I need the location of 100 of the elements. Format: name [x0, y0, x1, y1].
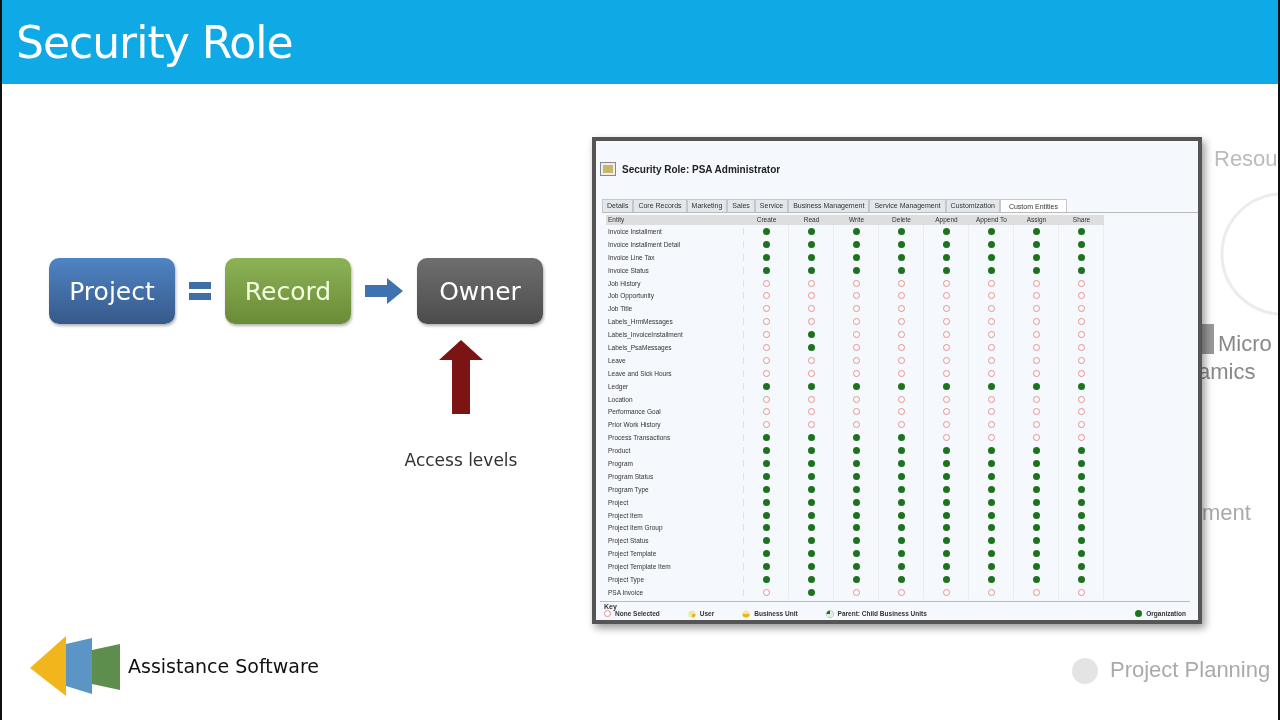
organization-level-icon[interactable] [987, 563, 995, 571]
organization-level-icon[interactable] [852, 524, 860, 532]
organization-level-icon[interactable] [897, 240, 905, 248]
organization-level-icon[interactable] [807, 434, 815, 442]
organization-level-icon[interactable] [807, 266, 815, 274]
organization-level-icon[interactable] [852, 485, 860, 493]
organization-level-icon[interactable] [807, 563, 815, 571]
organization-level-icon[interactable] [987, 550, 995, 558]
organization-level-icon[interactable] [1077, 253, 1085, 261]
organization-level-icon[interactable] [942, 550, 950, 558]
organization-level-icon[interactable] [807, 331, 815, 339]
organization-level-icon[interactable] [942, 524, 950, 532]
organization-level-icon[interactable] [807, 447, 815, 455]
organization-level-icon[interactable] [987, 524, 995, 532]
organization-level-icon[interactable] [987, 472, 995, 480]
organization-level-icon[interactable] [762, 498, 770, 506]
organization-level-icon[interactable] [852, 576, 860, 583]
organization-level-icon[interactable] [897, 459, 905, 467]
organization-level-icon[interactable] [762, 511, 770, 519]
organization-level-icon[interactable] [897, 472, 905, 480]
organization-level-icon[interactable] [897, 227, 905, 235]
organization-level-icon[interactable] [762, 576, 770, 583]
organization-level-icon[interactable] [762, 472, 770, 480]
organization-level-icon[interactable] [1077, 472, 1085, 480]
organization-level-icon[interactable] [897, 563, 905, 571]
organization-level-icon[interactable] [1077, 459, 1085, 467]
organization-level-icon[interactable] [987, 576, 995, 583]
organization-level-icon[interactable] [762, 382, 770, 390]
organization-level-icon[interactable] [852, 434, 860, 442]
organization-level-icon[interactable] [807, 472, 815, 480]
organization-level-icon[interactable] [987, 498, 995, 506]
organization-level-icon[interactable] [942, 563, 950, 571]
organization-level-icon[interactable] [1077, 485, 1085, 493]
organization-level-icon[interactable] [897, 576, 905, 583]
organization-level-icon[interactable] [1032, 537, 1040, 545]
organization-level-icon[interactable] [1032, 459, 1040, 467]
organization-level-icon[interactable] [852, 537, 860, 545]
organization-level-icon[interactable] [1077, 563, 1085, 571]
organization-level-icon[interactable] [762, 266, 770, 274]
organization-level-icon[interactable] [1077, 227, 1085, 235]
organization-level-icon[interactable] [1032, 240, 1040, 248]
organization-level-icon[interactable] [762, 447, 770, 455]
organization-level-icon[interactable] [807, 382, 815, 390]
organization-level-icon[interactable] [1032, 253, 1040, 261]
organization-level-icon[interactable] [852, 472, 860, 480]
organization-level-icon[interactable] [987, 485, 995, 493]
organization-level-icon[interactable] [942, 447, 950, 455]
organization-level-icon[interactable] [807, 459, 815, 467]
organization-level-icon[interactable] [942, 253, 950, 261]
organization-level-icon[interactable] [1077, 382, 1085, 390]
organization-level-icon[interactable] [1032, 485, 1040, 493]
organization-level-icon[interactable] [987, 459, 995, 467]
organization-level-icon[interactable] [897, 511, 905, 519]
organization-level-icon[interactable] [852, 511, 860, 519]
organization-level-icon[interactable] [897, 550, 905, 558]
organization-level-icon[interactable] [807, 550, 815, 558]
organization-level-icon[interactable] [852, 253, 860, 261]
organization-level-icon[interactable] [1032, 266, 1040, 274]
organization-level-icon[interactable] [897, 524, 905, 532]
organization-level-icon[interactable] [852, 498, 860, 506]
organization-level-icon[interactable] [1032, 498, 1040, 506]
organization-level-icon[interactable] [897, 253, 905, 261]
organization-level-icon[interactable] [852, 227, 860, 235]
organization-level-icon[interactable] [942, 266, 950, 274]
organization-level-icon[interactable] [852, 563, 860, 571]
organization-level-icon[interactable] [897, 382, 905, 390]
organization-level-icon[interactable] [987, 240, 995, 248]
organization-level-icon[interactable] [762, 253, 770, 261]
organization-level-icon[interactable] [942, 240, 950, 248]
organization-level-icon[interactable] [807, 227, 815, 235]
organization-level-icon[interactable] [987, 447, 995, 455]
organization-level-icon[interactable] [852, 266, 860, 274]
organization-level-icon[interactable] [987, 227, 995, 235]
organization-level-icon[interactable] [897, 537, 905, 545]
organization-level-icon[interactable] [1077, 537, 1085, 545]
organization-level-icon[interactable] [987, 537, 995, 545]
organization-level-icon[interactable] [807, 588, 815, 596]
organization-level-icon[interactable] [852, 447, 860, 455]
organization-level-icon[interactable] [1032, 576, 1040, 583]
organization-level-icon[interactable] [1077, 550, 1085, 558]
organization-level-icon[interactable] [942, 485, 950, 493]
organization-level-icon[interactable] [807, 524, 815, 532]
organization-level-icon[interactable] [942, 511, 950, 519]
organization-level-icon[interactable] [1077, 511, 1085, 519]
organization-level-icon[interactable] [942, 382, 950, 390]
organization-level-icon[interactable] [942, 459, 950, 467]
organization-level-icon[interactable] [1032, 550, 1040, 558]
organization-level-icon[interactable] [1032, 472, 1040, 480]
organization-level-icon[interactable] [807, 576, 815, 583]
organization-level-icon[interactable] [762, 240, 770, 248]
organization-level-icon[interactable] [1032, 382, 1040, 390]
organization-level-icon[interactable] [1032, 447, 1040, 455]
organization-level-icon[interactable] [897, 434, 905, 442]
organization-level-icon[interactable] [942, 537, 950, 545]
organization-level-icon[interactable] [762, 537, 770, 545]
organization-level-icon[interactable] [942, 472, 950, 480]
organization-level-icon[interactable] [762, 459, 770, 467]
organization-level-icon[interactable] [762, 485, 770, 493]
organization-level-icon[interactable] [897, 498, 905, 506]
organization-level-icon[interactable] [807, 343, 815, 351]
